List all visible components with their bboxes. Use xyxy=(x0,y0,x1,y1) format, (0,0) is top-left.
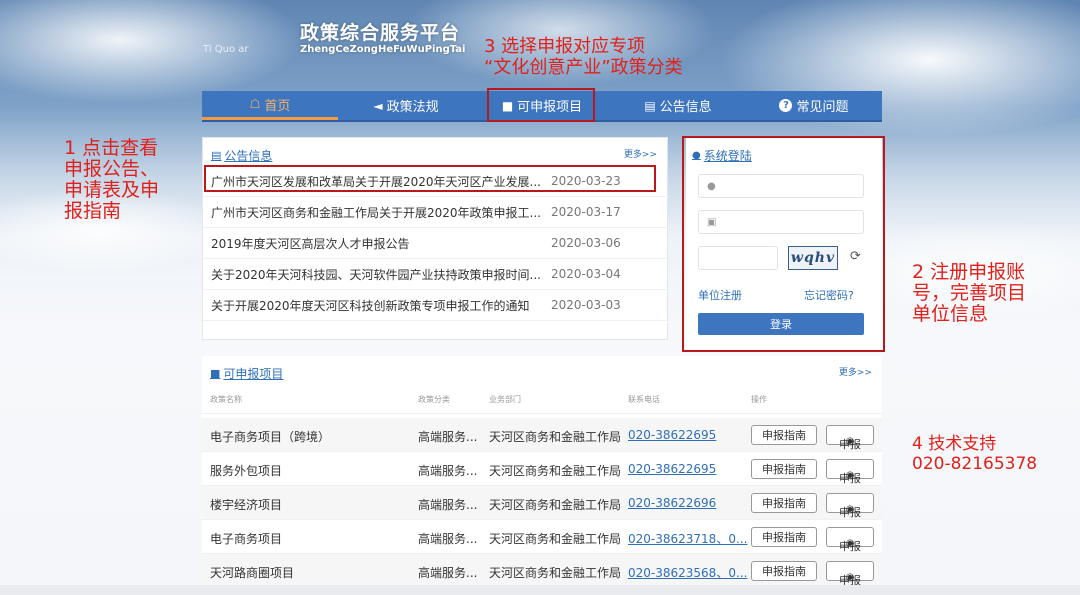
notice-header: ▤ 公告信息 xyxy=(211,144,272,164)
apply-label: 申报 xyxy=(839,472,861,485)
guide-button[interactable]: 申报指南 xyxy=(751,425,817,445)
project-phone[interactable]: 020-38622696 xyxy=(628,496,748,510)
project-category: 高端服务... xyxy=(418,430,478,444)
project-phone[interactable]: 020-38622695 xyxy=(628,428,748,442)
apply-label: 申报 xyxy=(839,540,861,553)
nav-faq[interactable]: ? 常见问题 xyxy=(746,91,882,120)
project-dept: 天河区商务和金融工作局 xyxy=(489,498,622,512)
nav-home[interactable]: ☖ 首页 xyxy=(202,91,338,120)
annotation-step4: 4 技术支持 020-82165378 xyxy=(912,434,1038,474)
notice-item-title: 广州市天河区商务和金融工作局关于开展2020年政策申报工... xyxy=(211,205,541,220)
notice-more-link[interactable]: 更多>> xyxy=(624,147,657,160)
project-phone[interactable]: 020-38623718、0... xyxy=(628,530,748,547)
folder-icon: ■ xyxy=(210,367,221,380)
projects-more-link[interactable]: 更多>> xyxy=(839,365,872,378)
notice-item[interactable]: 关于开展2020年度天河区科技创新政策专项申报工作的通知 2020-03-03 xyxy=(203,290,669,321)
apply-button[interactable]: ◉ 申报 xyxy=(826,561,874,587)
col-name: 政策名称 xyxy=(210,395,242,404)
projects-title-label: 可申报项目 xyxy=(223,367,284,381)
notice-title[interactable]: ▤ 公告信息 xyxy=(211,147,272,164)
site-title: 政策综合服务平台 xyxy=(300,22,461,44)
notice-item[interactable]: 2019年度天河区高层次人才申报公告 2020-03-06 xyxy=(203,228,669,259)
nav-label: 公告信息 xyxy=(659,100,712,115)
notice-item-date: 2020-03-03 xyxy=(551,298,621,312)
highlight-first-notice xyxy=(204,165,656,192)
site-subtitle: ZhengCeZongHeFuWuPingTai xyxy=(300,44,466,55)
project-name: 服务外包项目 xyxy=(210,464,283,478)
highlight-projects-tab xyxy=(487,88,595,122)
notice-item-date: 2020-03-06 xyxy=(551,236,621,250)
project-dept: 天河区商务和金融工作局 xyxy=(489,566,622,580)
table-row: 天河路商圈项目 高端服务... 天河区商务和金融工作局 020-38623568… xyxy=(202,554,882,588)
project-category: 高端服务... xyxy=(418,464,478,478)
guide-button[interactable]: 申报指南 xyxy=(751,561,817,581)
apply-button[interactable]: ◉ 申报 xyxy=(826,493,874,519)
question-icon: ? xyxy=(779,99,793,112)
notice-item-date: 2020-03-04 xyxy=(551,267,621,281)
project-name: 天河路商圈项目 xyxy=(210,566,295,580)
apply-label: 申报 xyxy=(839,438,861,451)
highlight-login xyxy=(682,136,885,352)
logo-left-text: Ti Quo ar xyxy=(203,44,249,55)
footer-bar xyxy=(0,585,1080,595)
project-phone[interactable]: 020-38623568、0... xyxy=(628,564,748,581)
annotation-step2: 2 注册申报账 号，完善项目 单位信息 xyxy=(912,261,1027,325)
table-row: 电子商务项目 高端服务... 天河区商务和金融工作局 020-38623718、… xyxy=(202,520,882,554)
guide-button[interactable]: 申报指南 xyxy=(751,459,817,479)
project-dept: 天河区商务和金融工作局 xyxy=(489,532,622,546)
megaphone-icon: ◄ xyxy=(373,98,383,113)
project-name: 电子商务项目（跨境） xyxy=(210,430,331,444)
project-name: 楼宇经济项目 xyxy=(210,498,283,512)
project-dept: 天河区商务和金融工作局 xyxy=(489,464,622,478)
notice-item[interactable]: 关于2020年天河科技园、天河软件园产业扶持政策申报时间... 2020-03-… xyxy=(203,259,669,290)
project-phone[interactable]: 020-38622695 xyxy=(628,462,748,476)
projects-panel: ■ 可申报项目 更多>> 政策名称 政策分类 业务部门 联系电话 操作 电子商务… xyxy=(202,356,882,588)
col-action: 操作 xyxy=(751,395,767,404)
table-row: 电子商务项目（跨境） 高端服务... 天河区商务和金融工作局 020-38622… xyxy=(202,418,882,452)
projects-column-headers: 政策名称 政策分类 业务部门 联系电话 操作 xyxy=(202,390,882,414)
projects-table: 电子商务项目（跨境） 高端服务... 天河区商务和金融工作局 020-38622… xyxy=(202,418,882,588)
document-icon: ▤ xyxy=(644,98,656,113)
notice-item[interactable]: 广州市天河区商务和金融工作局关于开展2020年政策申报工... 2020-03-… xyxy=(203,197,669,228)
apply-button[interactable]: ◉ 申报 xyxy=(826,527,874,553)
apply-label: 申报 xyxy=(839,506,861,519)
guide-button[interactable]: 申报指南 xyxy=(751,493,817,513)
projects-title[interactable]: ■ 可申报项目 xyxy=(210,365,283,382)
home-icon: ☖ xyxy=(249,97,261,111)
nav-label: 常见问题 xyxy=(796,100,849,115)
notice-item-title: 2019年度天河区高层次人才申报公告 xyxy=(211,236,410,251)
project-category: 高端服务... xyxy=(418,566,478,580)
apply-button[interactable]: ◉ 申报 xyxy=(826,459,874,485)
table-row: 服务外包项目 高端服务... 天河区商务和金融工作局 020-38622695 … xyxy=(202,452,882,486)
annotation-step3: 3 选择申报对应专项 “文化创意产业”政策分类 xyxy=(484,36,683,78)
apply-button[interactable]: ◉ 申报 xyxy=(826,425,874,451)
notice-item-title: 关于2020年天河科技园、天河软件园产业扶持政策申报时间... xyxy=(211,267,541,282)
notice-title-label: 公告信息 xyxy=(224,149,273,163)
project-dept: 天河区商务和金融工作局 xyxy=(489,430,622,444)
nav-label: 首页 xyxy=(264,98,291,114)
project-name: 电子商务项目 xyxy=(210,532,283,546)
col-phone: 联系电话 xyxy=(628,395,660,404)
notice-item-date: 2020-03-17 xyxy=(551,205,621,219)
nav-notices[interactable]: ▤ 公告信息 xyxy=(610,91,746,120)
project-category: 高端服务... xyxy=(418,498,478,512)
project-category: 高端服务... xyxy=(418,532,478,546)
table-row: 楼宇经济项目 高端服务... 天河区商务和金融工作局 020-38622696 … xyxy=(202,486,882,520)
nav-policy[interactable]: ◄ 政策法规 xyxy=(338,91,474,120)
col-category: 政策分类 xyxy=(418,395,450,404)
projects-header: ■ 可申报项目 xyxy=(210,362,283,382)
document-icon: ▤ xyxy=(211,149,222,162)
notice-item-title: 关于开展2020年度天河区科技创新政策专项申报工作的通知 xyxy=(211,298,530,313)
col-dept: 业务部门 xyxy=(489,395,521,404)
guide-button[interactable]: 申报指南 xyxy=(751,527,817,547)
nav-label: 政策法规 xyxy=(386,100,439,115)
annotation-step1: 1 点击查看 申报公告、 申请表及申 报指南 xyxy=(64,137,160,222)
